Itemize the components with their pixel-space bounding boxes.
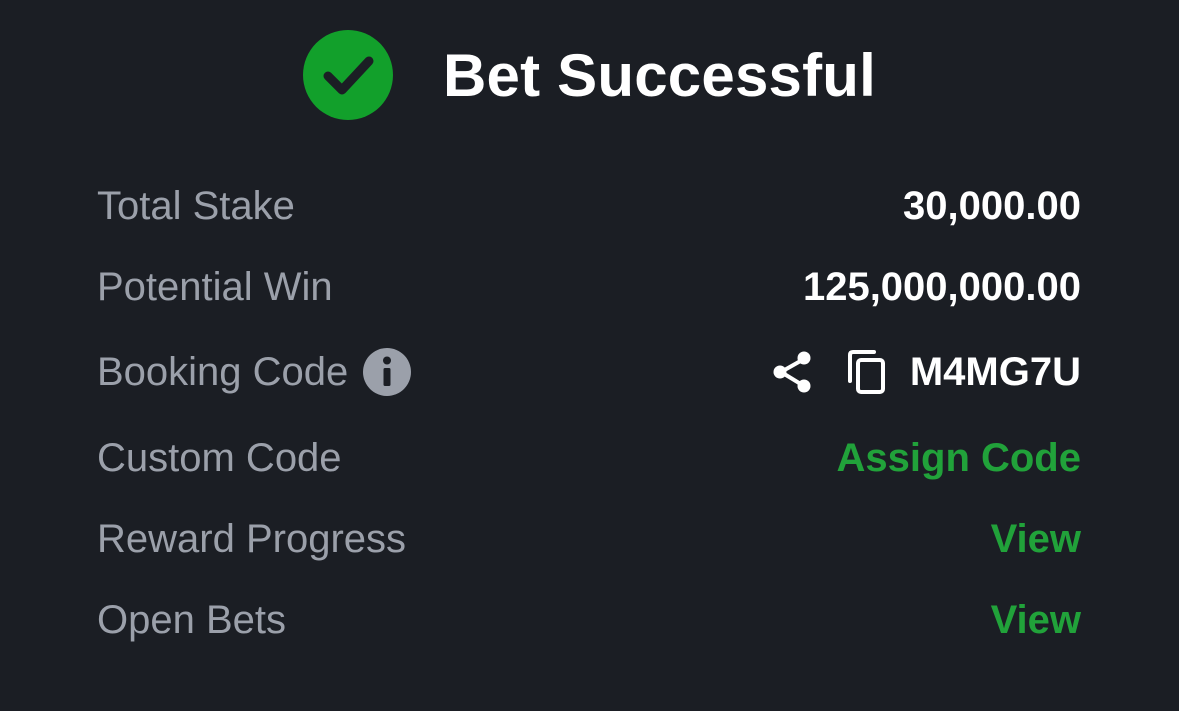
custom-code-row: Custom Code Assign Code — [97, 428, 1081, 488]
total-stake-row: Total Stake 30,000.00 — [97, 176, 1081, 236]
reward-progress-label: Reward Progress — [97, 516, 407, 561]
open-bets-view-link[interactable]: View — [991, 598, 1081, 643]
booking-code-row: Booking Code M4MG7U — [97, 342, 1081, 402]
open-bets-row: Open Bets View — [97, 590, 1081, 650]
info-icon[interactable] — [363, 348, 412, 396]
copy-icon[interactable] — [844, 349, 890, 395]
total-stake-value: 30,000.00 — [903, 183, 1081, 228]
booking-code-value[interactable]: M4MG7U — [910, 350, 1081, 395]
share-icon[interactable] — [770, 349, 816, 395]
potential-win-value: 125,000,000.00 — [802, 264, 1081, 309]
assign-code-link[interactable]: Assign Code — [837, 436, 1081, 481]
reward-progress-view-link[interactable]: View — [991, 517, 1081, 562]
success-header: Bet Successful — [0, 28, 1179, 122]
total-stake-label: Total Stake — [97, 183, 295, 228]
page-title: Bet Successful — [443, 41, 876, 109]
bet-success-screen: Bet Successful Total Stake 30,000.00 Pot… — [0, 0, 1179, 711]
booking-code-label-group: Booking Code — [97, 348, 412, 396]
reward-progress-row: Reward Progress View — [97, 509, 1081, 569]
potential-win-row: Potential Win 125,000,000.00 — [97, 257, 1081, 317]
booking-code-label: Booking Code — [97, 349, 349, 394]
potential-win-label: Potential Win — [97, 264, 333, 309]
open-bets-label: Open Bets — [97, 597, 287, 642]
custom-code-label: Custom Code — [97, 435, 342, 480]
check-circle-icon — [303, 30, 394, 120]
booking-code-value-group: M4MG7U — [770, 349, 1081, 395]
